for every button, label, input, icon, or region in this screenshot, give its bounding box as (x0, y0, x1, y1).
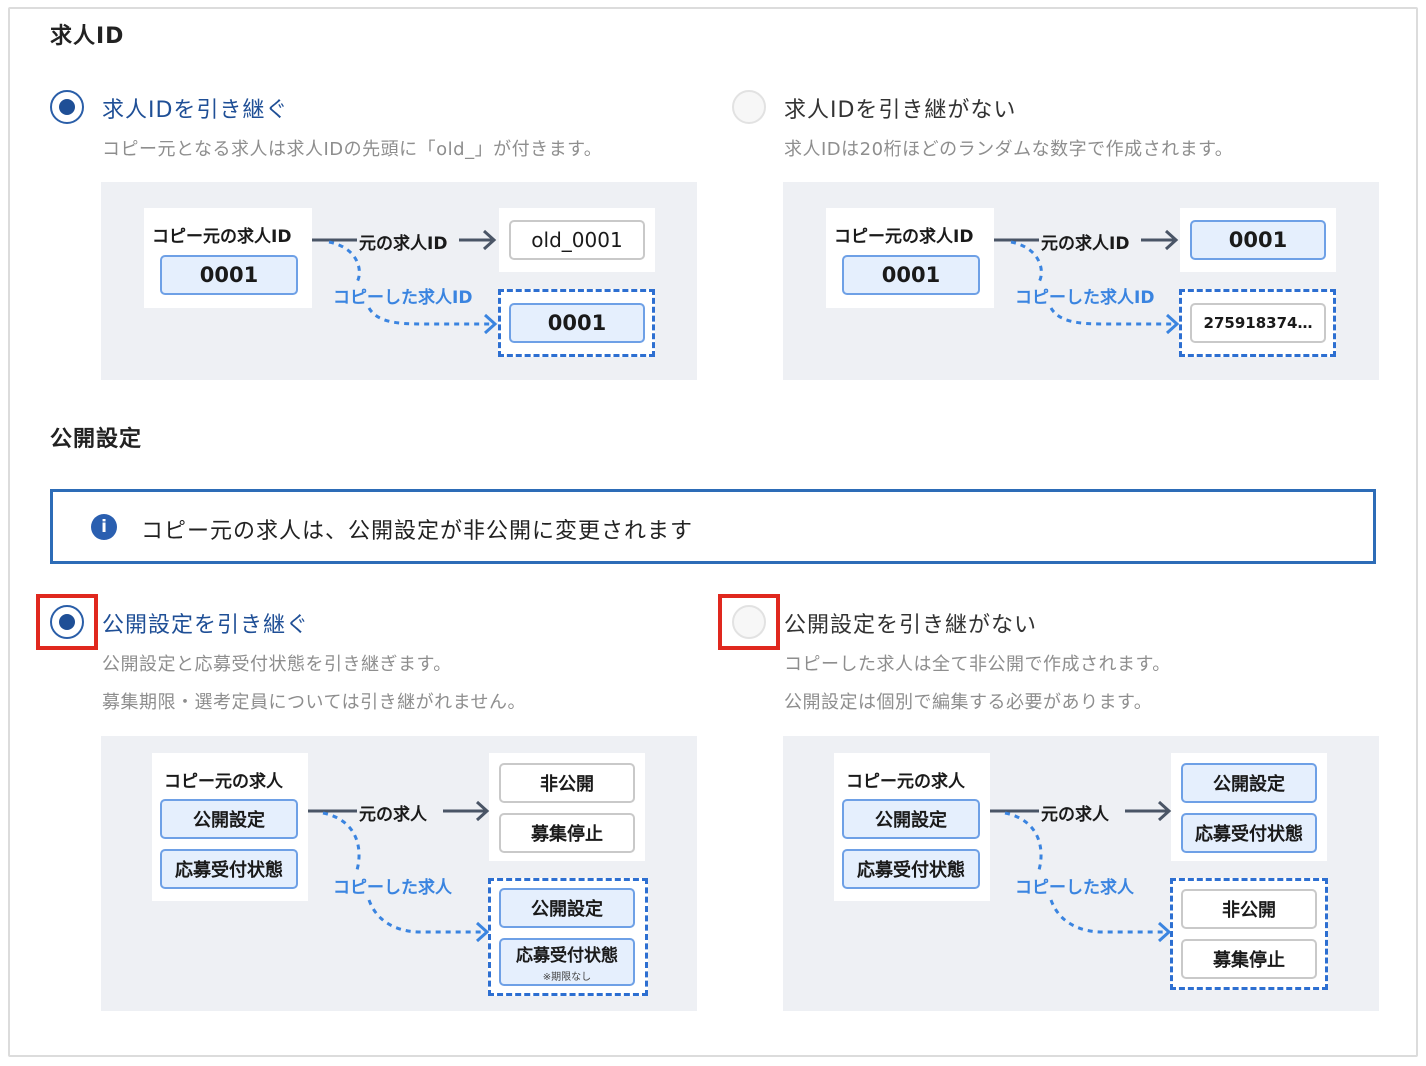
publish-inherit-arrows (308, 800, 490, 943)
publish-inherit-desc-1: 公開設定と応募受付状態を引き継ぎます。 (102, 654, 452, 675)
job-id-inherit-desc: コピー元となる求人は求人IDの先頭に「old_」が付きます。 (102, 139, 603, 160)
publish-inherit-desc-2: 募集期限・選考定員については引き継がれません。 (102, 692, 527, 713)
publish-not-inherit-radio[interactable] (732, 605, 766, 639)
job-id-inherit-diagram: コピー元の求人ID 0001 元の求人ID old_0001 コピーした求人ID… (101, 182, 697, 380)
job-id-inherit-arrows (312, 229, 498, 335)
job-id-not-inherit-label[interactable]: 求人IDを引き継がない (784, 92, 1016, 124)
job-id-not-inherit-diagram: コピー元の求人ID 0001 元の求人ID 0001 コピーした求人ID 275… (783, 182, 1379, 380)
publish-inherit-diagram: コピー元の求人 公開設定 応募受付状態 元の求人 非公開 募集停止 コピーした求… (101, 736, 697, 1011)
job-id-not-inherit-arrows (994, 229, 1180, 335)
info-icon: i (91, 514, 117, 540)
job-id-inherit-radio[interactable] (50, 90, 84, 124)
publish-not-inherit-desc-2: 公開設定は個別で編集する必要があります。 (784, 692, 1153, 713)
job-id-not-inherit-radio[interactable] (732, 90, 766, 124)
publish-not-inherit-diagram: コピー元の求人 公開設定 応募受付状態 元の求人 公開設定 応募受付状態 コピー… (783, 736, 1379, 1011)
publish-section-title: 公開設定 (50, 427, 143, 452)
publish-inherit-radio[interactable] (50, 605, 84, 639)
info-message: コピー元の求人は、公開設定が非公開に変更されます (141, 519, 694, 544)
job-id-inherit-label[interactable]: 求人IDを引き継ぐ (102, 92, 288, 124)
job-id-section-title: 求人ID (50, 24, 125, 49)
info-banner: i コピー元の求人は、公開設定が非公開に変更されます (50, 489, 1376, 564)
publish-inherit-label[interactable]: 公開設定を引き継ぐ (102, 607, 309, 639)
publish-not-inherit-desc-1: コピーした求人は全て非公開で作成されます。 (784, 654, 1171, 675)
publish-not-inherit-label[interactable]: 公開設定を引き継がない (784, 607, 1037, 639)
job-id-not-inherit-desc: 求人IDは20桁ほどのランダムな数字で作成されます。 (784, 139, 1234, 160)
publish-not-inherit-arrows (990, 800, 1172, 943)
